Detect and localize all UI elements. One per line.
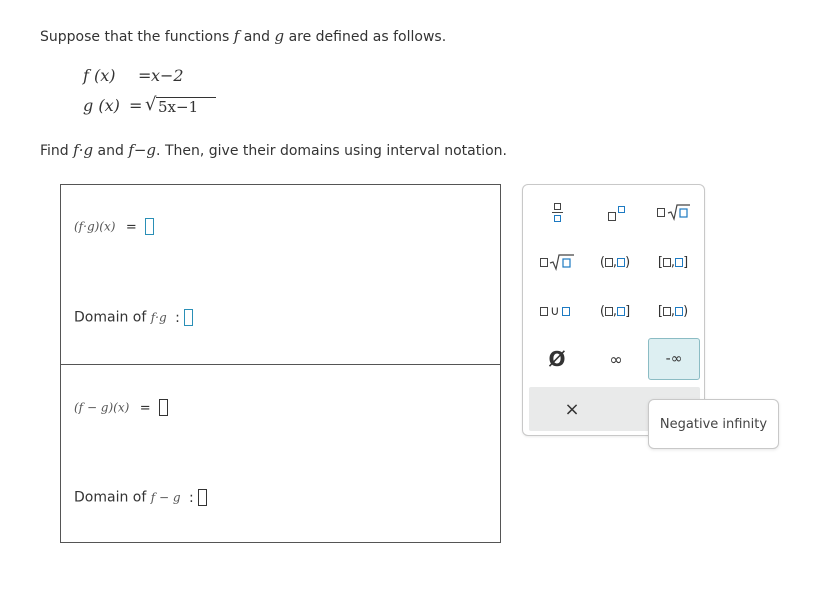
f-def-eq: = <box>138 66 152 85</box>
prompt-text: Find <box>40 143 74 159</box>
intro-text: Suppose that the functions <box>40 29 234 45</box>
difference-domain-colon: : <box>189 489 194 506</box>
nth-root-button[interactable] <box>651 197 697 227</box>
difference-domain-label: Domain of <box>74 489 151 506</box>
prompt-text: and <box>93 143 129 159</box>
open-closed-interval-button[interactable]: (,] <box>593 296 637 326</box>
fraction-bar-icon <box>551 211 563 213</box>
closed-open-interval-button[interactable]: [,) <box>649 296 697 326</box>
product-domain-input[interactable] <box>183 309 193 326</box>
coef-sqrt-coef-icon <box>539 257 548 267</box>
f-def-rhs: x−2 <box>151 66 184 85</box>
nth-root-icon <box>667 204 690 221</box>
product-equation: (f·g)(x) = <box>74 218 155 235</box>
difference-equation: (f − g)(x) = <box>74 399 169 416</box>
infinity-button[interactable]: ∞ <box>599 343 633 375</box>
difference-expr: (f − g)(x) <box>74 400 130 415</box>
difference-domain: Domain of f − g : <box>74 489 207 506</box>
product-eq-sign: = <box>125 219 137 235</box>
intro-g: g <box>274 27 285 45</box>
infinity-icon: ∞ <box>609 349 623 369</box>
closed-interval-button[interactable]: [,] <box>649 247 697 277</box>
problem-intro: Suppose that the functions f and g are d… <box>40 27 446 45</box>
difference-eq-sign: = <box>139 400 151 416</box>
product-domain-colon: : <box>175 309 180 326</box>
prompt-text: . Then, give their domains using interva… <box>156 143 507 159</box>
product-domain-fn: f·g <box>150 310 167 325</box>
clear-button[interactable]: × <box>557 394 587 424</box>
difference-domain-input[interactable] <box>197 489 207 506</box>
f-definition: f (x) = x−2 <box>83 66 184 85</box>
g-def-lhs: g (x) <box>83 96 120 115</box>
fraction-button[interactable] <box>541 197 573 227</box>
product-answer-input[interactable] <box>145 218 155 235</box>
negative-infinity-button[interactable]: -∞ <box>648 338 700 380</box>
g-def-radicand: 5x−1 <box>158 98 199 116</box>
sqrt-icon <box>549 254 574 271</box>
intro-text: are defined as follows. <box>284 29 447 45</box>
intro-text: and <box>239 29 275 45</box>
tooltip: Negative infinity <box>648 399 779 449</box>
coef-sqrt-button[interactable] <box>535 247 579 277</box>
exponent-power-icon <box>617 205 625 213</box>
nth-root-index-icon <box>657 207 665 217</box>
difference-answer-input[interactable] <box>159 399 169 416</box>
g-def-eq: = <box>129 96 143 115</box>
g-definition: g (x) = √ 5x−1 <box>83 94 223 118</box>
difference-domain-fn: f − g <box>150 490 181 505</box>
exponent-base-icon <box>607 211 616 221</box>
empty-set-icon: Ø <box>548 347 566 371</box>
tooltip-text: Negative infinity <box>659 416 768 432</box>
answer-divider <box>61 364 500 365</box>
fraction-denominator-icon <box>553 214 561 222</box>
product-domain: Domain of f·g : <box>74 309 193 326</box>
fraction-icon <box>553 202 561 210</box>
answer-panel: (f·g)(x) = Domain of f·g : (f − g)(x) = … <box>60 184 501 543</box>
sqrt-icon: √ <box>145 94 157 115</box>
close-icon: × <box>564 398 580 420</box>
product-domain-label: Domain of <box>74 309 151 326</box>
prompt-fg-product: f·g <box>73 141 94 159</box>
product-expr: (f·g)(x) <box>74 219 116 234</box>
open-interval-button[interactable]: (,) <box>593 247 637 277</box>
union-button[interactable]: ∪ <box>535 296 575 326</box>
negative-infinity-icon: -∞ <box>665 351 683 367</box>
problem-prompt: Find f·g and f−g. Then, give their domai… <box>40 141 507 159</box>
empty-set-button[interactable]: Ø <box>541 343 573 375</box>
exponent-button[interactable] <box>599 197 633 227</box>
prompt-fg-difference: f−g <box>128 141 157 159</box>
f-def-lhs: f (x) <box>83 66 116 85</box>
